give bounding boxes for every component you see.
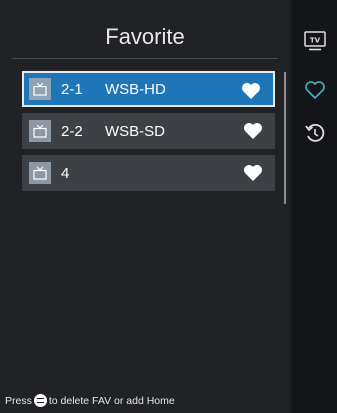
tv-channel-icon	[29, 162, 51, 184]
ok-button-icon	[33, 394, 47, 407]
favorites-panel: Favorite 2-1 WSB-HD 2-2 WSB-SD 4 Press t…	[0, 0, 290, 413]
history-icon[interactable]	[304, 122, 326, 149]
sidebar: TV	[293, 0, 337, 413]
tv-channel-icon	[29, 78, 51, 100]
favorite-heart-icon[interactable]	[243, 122, 263, 145]
hint-prefix: Press	[5, 394, 32, 407]
tv-icon-label: TV	[310, 37, 321, 45]
page-title: Favorite	[105, 24, 185, 49]
channel-number: 2-1	[61, 80, 83, 98]
channel-name: WSB-HD	[105, 80, 166, 98]
scrollbar[interactable]	[284, 72, 286, 204]
title-divider	[12, 58, 278, 59]
channel-name: WSB-SD	[105, 122, 165, 140]
channel-row-2-2[interactable]: 2-2 WSB-SD	[22, 113, 275, 149]
hint-suffix: to delete FAV or add Home	[48, 394, 175, 407]
channel-row-4[interactable]: 4	[22, 155, 275, 191]
channel-number: 4	[61, 164, 70, 182]
tv-icon[interactable]: TV	[304, 31, 326, 56]
channel-number: 2-2	[61, 122, 83, 140]
tv-channel-icon	[29, 120, 51, 142]
footer-hint: Press to delete FAV or add Home	[5, 394, 175, 407]
favorite-heart-icon[interactable]	[241, 82, 261, 105]
channel-list: 2-1 WSB-HD 2-2 WSB-SD 4	[22, 71, 275, 197]
heart-outline-icon[interactable]	[304, 80, 326, 105]
channel-row-2-1[interactable]: 2-1 WSB-HD	[22, 71, 275, 107]
favorite-heart-icon[interactable]	[243, 164, 263, 187]
